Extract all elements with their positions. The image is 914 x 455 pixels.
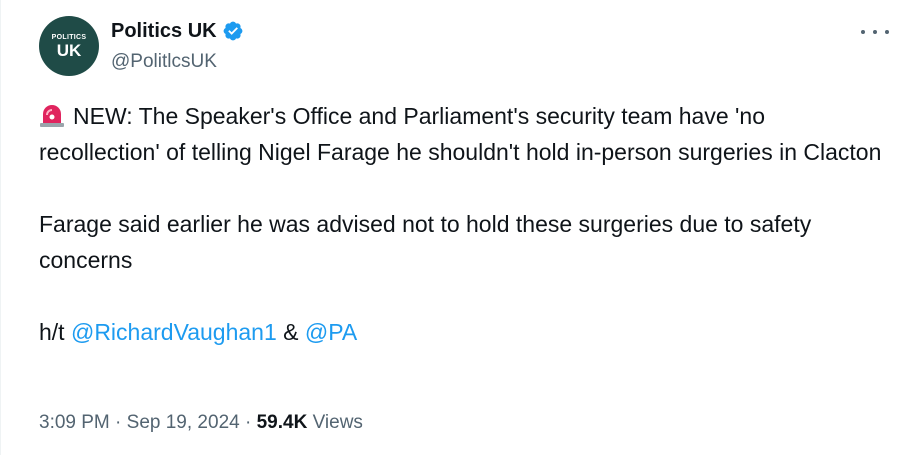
tweet-date[interactable]: Sep 19, 2024 <box>127 412 240 433</box>
tweet-paragraph-2: Farage said earlier he was advised not t… <box>39 211 812 273</box>
tweet-line-1: NEW: The Speaker's Office and Parliament… <box>39 103 882 165</box>
avatar-text-bottom: UK <box>56 40 82 60</box>
avatar[interactable]: POLITICS UK <box>39 16 99 76</box>
tweet-card: POLITICS UK Politics UK @PolitlcsUK NEW:… <box>0 0 914 455</box>
more-dot <box>885 30 889 34</box>
author-handle[interactable]: @PolitlcsUK <box>111 50 217 74</box>
tweet-text: NEW: The Speaker's Office and Parliament… <box>39 98 889 350</box>
tweet-meta: 3:09 PM · Sep 19, 2024 · 59.4K Views <box>39 411 363 435</box>
more-dot <box>873 30 877 34</box>
ht-prefix: h/t <box>39 319 65 345</box>
views-count[interactable]: 59.4K <box>257 412 308 433</box>
tweet-time[interactable]: 3:09 PM <box>39 412 110 433</box>
police-light-icon <box>40 105 64 127</box>
meta-separator: · <box>115 412 122 433</box>
tweet-paragraph-1: NEW: The Speaker's Office and Parliament… <box>39 98 889 170</box>
more-dot <box>861 30 865 34</box>
author-display-name[interactable]: Politics UK <box>111 19 217 43</box>
verified-badge-icon <box>223 21 242 41</box>
author-name-row[interactable]: Politics UK <box>111 19 244 43</box>
views-label: Views <box>312 412 363 433</box>
ampersand: & <box>283 319 299 345</box>
tweet-paragraph-3: h/t @RichardVaughan1 & @PA <box>39 314 889 350</box>
mention-link-richardvaughan1[interactable]: @RichardVaughan1 <box>71 319 277 345</box>
mention-link-pa[interactable]: @PA <box>305 319 357 345</box>
more-options-icon[interactable] <box>861 22 889 42</box>
meta-separator: · <box>244 412 252 433</box>
